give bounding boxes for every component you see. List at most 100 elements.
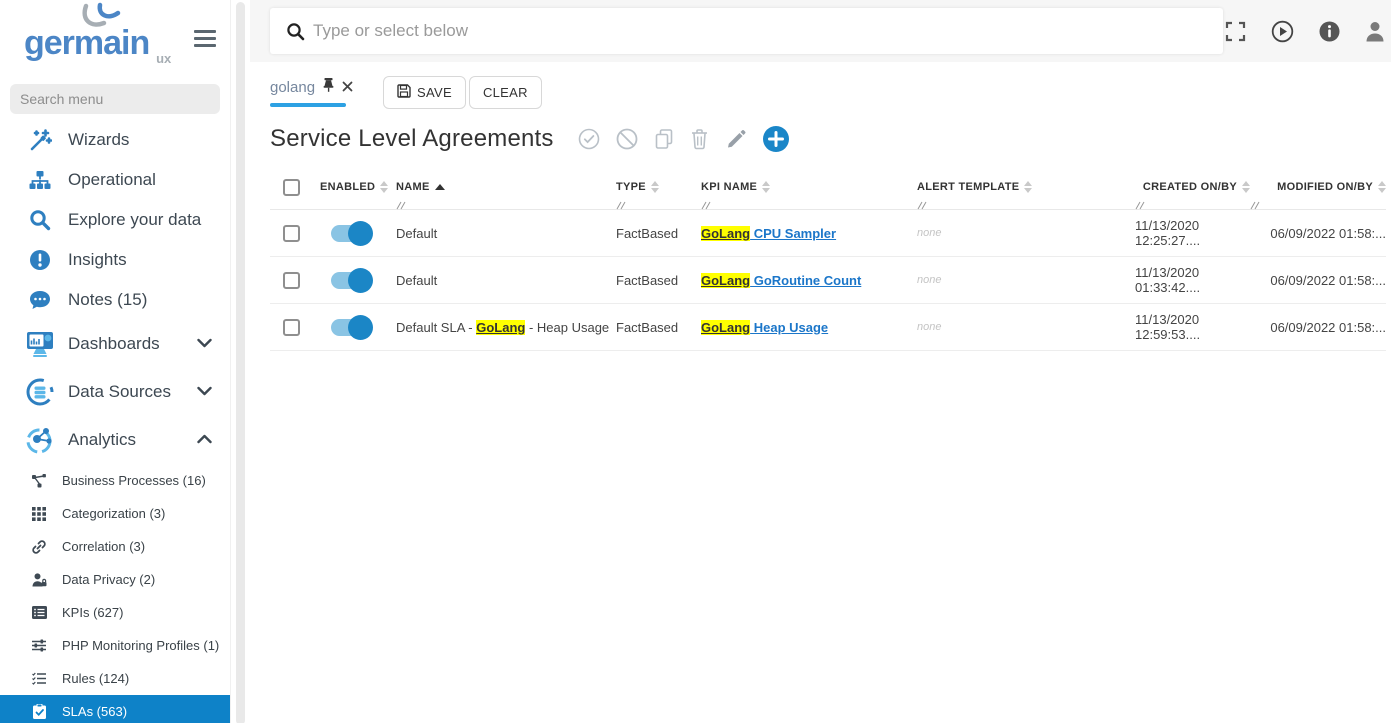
modified-on-by: 06/09/2022 01:58:... [1250, 226, 1386, 241]
column-resize-handle[interactable] [917, 200, 927, 213]
alert-template-value: none [917, 227, 941, 239]
row-checkbox[interactable] [283, 319, 300, 336]
hamburger-menu-icon[interactable] [194, 26, 216, 51]
column-header-kpi-name[interactable]: KPI NAME [701, 174, 917, 200]
kpi-name-link[interactable]: GoLang CPU Sampler [701, 226, 836, 241]
sla-name: Default SLA - GoLang - Heap Usage [396, 320, 616, 335]
title-action-icons [578, 125, 790, 153]
alert-template-value: none [917, 274, 941, 286]
magic-wand-icon [24, 128, 56, 152]
sidebar-item-dashboards[interactable]: Dashboards [0, 320, 230, 368]
check-circle-icon[interactable] [578, 128, 600, 150]
global-search [270, 8, 1223, 54]
sidebar-item-label: Dashboards [68, 334, 197, 354]
pencil-icon[interactable] [725, 129, 746, 150]
sidebar-item-notes[interactable]: Notes (15) [0, 280, 230, 320]
pin-icon[interactable] [322, 78, 335, 97]
sidebar-item-correlation[interactable]: Correlation (3) [0, 530, 230, 563]
sort-icon[interactable] [380, 181, 388, 193]
save-button[interactable]: SAVE [383, 76, 466, 109]
sidebar-search-input[interactable] [10, 84, 220, 114]
fullscreen-icon[interactable] [1225, 21, 1246, 42]
sidebar-item-slas[interactable]: SLAs (563) [0, 695, 230, 723]
sort-icon[interactable] [651, 181, 659, 193]
sidebar-item-kpis[interactable]: KPIs (627) [0, 596, 230, 629]
save-button-label: SAVE [417, 85, 452, 100]
sort-icon[interactable] [1378, 181, 1386, 193]
created-on-by: 11/13/2020 01:33:42.... [1135, 265, 1250, 295]
table-header-row: ENABLED NAME TYPE [270, 168, 1386, 210]
sort-icon[interactable] [1024, 181, 1032, 193]
alert-template-value: none [917, 321, 941, 333]
sidebar-item-data-privacy[interactable]: Data Privacy (2) [0, 563, 230, 596]
column-header-created[interactable]: CREATED ON/BY [1135, 174, 1250, 200]
column-resize-handle[interactable] [616, 200, 626, 213]
sidebar-item-operational[interactable]: Operational [0, 160, 230, 200]
column-header-name[interactable]: NAME [396, 174, 616, 200]
sidebar-item-label: SLAs (563) [62, 704, 127, 719]
database-icon [24, 377, 56, 407]
app-window: germain ux Wizards [0, 0, 1391, 723]
comment-icon [24, 288, 56, 312]
column-header-label: CREATED ON/BY [1143, 181, 1237, 193]
remove-tag-icon[interactable] [342, 79, 353, 97]
sidebar-item-wizards[interactable]: Wizards [0, 120, 230, 160]
sort-asc-icon[interactable] [435, 184, 445, 190]
sidebar-search [10, 84, 220, 114]
copy-icon[interactable] [654, 128, 674, 150]
column-resize-handle[interactable] [701, 200, 711, 213]
sidebar-item-label: Categorization (3) [62, 506, 165, 521]
user-icon[interactable] [1365, 21, 1385, 42]
sidebar-item-analytics[interactable]: Analytics [0, 416, 230, 464]
search-icon [24, 208, 56, 232]
enabled-toggle[interactable] [331, 225, 369, 242]
kpi-name-link[interactable]: GoLang GoRoutine Count [701, 273, 861, 288]
add-button[interactable] [762, 125, 790, 153]
column-resize-handle[interactable] [1135, 200, 1145, 213]
column-header-enabled[interactable]: ENABLED [320, 174, 396, 200]
ban-icon[interactable] [616, 128, 638, 150]
filter-tag-golang[interactable]: golang [270, 76, 355, 107]
column-resize-handle[interactable] [396, 200, 406, 213]
modified-on-by: 06/09/2022 01:58:... [1250, 320, 1386, 335]
enabled-toggle[interactable] [331, 319, 369, 336]
sort-icon[interactable] [762, 181, 770, 193]
row-checkbox[interactable] [283, 225, 300, 242]
play-circle-icon[interactable] [1271, 20, 1294, 43]
sidebar-item-insights[interactable]: Insights [0, 240, 230, 280]
clear-button[interactable]: CLEAR [469, 76, 542, 109]
column-resize-handle[interactable] [1250, 200, 1260, 213]
sidebar-scrollbar[interactable] [230, 0, 250, 723]
sidebar: germain ux Wizards [0, 0, 230, 723]
sort-icon[interactable] [1242, 181, 1250, 193]
global-search-input[interactable] [313, 8, 1223, 54]
save-icon [397, 84, 411, 101]
enabled-toggle[interactable] [331, 272, 369, 289]
table-row: Default FactBased GoLang GoRoutine Count… [270, 257, 1386, 304]
column-header-label: NAME [396, 181, 430, 193]
sla-table: ENABLED NAME TYPE [270, 168, 1386, 351]
select-all-checkbox[interactable] [283, 179, 300, 196]
logo-ux-text: ux [156, 51, 171, 66]
page-title: Service Level Agreements [270, 125, 554, 153]
sidebar-item-explore[interactable]: Explore your data [0, 200, 230, 240]
sla-name: Default [396, 226, 616, 241]
scrollbar-thumb[interactable] [236, 2, 245, 723]
link-icon [28, 540, 50, 554]
column-header-type[interactable]: TYPE [616, 174, 701, 200]
trash-icon[interactable] [690, 128, 709, 150]
kpi-name-link[interactable]: GoLang Heap Usage [701, 320, 828, 335]
grid-icon [28, 507, 50, 521]
sidebar-item-label: Operational [68, 170, 230, 190]
row-checkbox[interactable] [283, 272, 300, 289]
sidebar-item-categorization[interactable]: Categorization (3) [0, 497, 230, 530]
title-row: Service Level Agreements [250, 112, 1391, 158]
sidebar-item-php-monitoring-profiles[interactable]: PHP Monitoring Profiles (1) [0, 629, 230, 662]
column-header-modified[interactable]: MODIFIED ON/BY [1250, 174, 1386, 200]
column-header-alert-template[interactable]: ALERT TEMPLATE [917, 174, 1135, 200]
sidebar-item-label: Insights [68, 250, 230, 270]
sidebar-item-data-sources[interactable]: Data Sources [0, 368, 230, 416]
info-circle-icon[interactable] [1319, 21, 1340, 42]
sidebar-item-rules[interactable]: Rules (124) [0, 662, 230, 695]
sidebar-item-business-processes[interactable]: Business Processes (16) [0, 464, 230, 497]
